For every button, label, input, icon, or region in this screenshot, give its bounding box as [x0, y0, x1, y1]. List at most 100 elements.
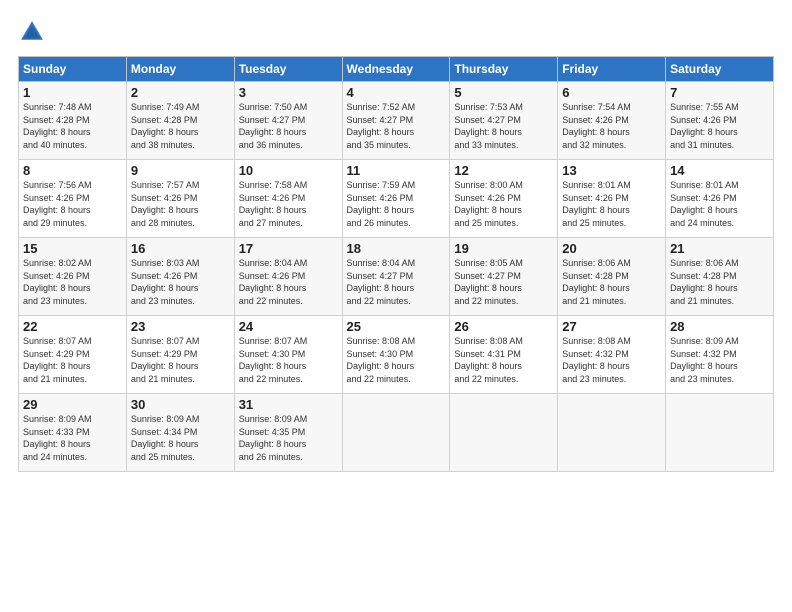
day-cell: 13 Sunrise: 8:01 AM Sunset: 4:26 PM Dayli… [558, 160, 666, 238]
calendar-header-row: SundayMondayTuesdayWednesdayThursdayFrid… [19, 57, 774, 82]
day-cell: 19 Sunrise: 8:05 AM Sunset: 4:27 PM Dayli… [450, 238, 558, 316]
day-number: 18 [347, 241, 446, 256]
day-info: Sunrise: 7:52 AM Sunset: 4:27 PM Dayligh… [347, 102, 416, 150]
day-number: 22 [23, 319, 122, 334]
day-number: 20 [562, 241, 661, 256]
week-row-1: 1Sunrise: 7:48 AM Sunset: 4:28 PM Daylig… [19, 82, 774, 160]
logo [18, 18, 50, 46]
day-info: Sunrise: 7:49 AM Sunset: 4:28 PM Dayligh… [131, 102, 200, 150]
day-info: Sunrise: 8:08 AM Sunset: 4:32 PM Dayligh… [562, 336, 631, 384]
day-number: 2 [131, 85, 230, 100]
day-cell: 24 Sunrise: 8:07 AM Sunset: 4:30 PM Dayli… [234, 316, 342, 394]
day-cell: 1Sunrise: 7:48 AM Sunset: 4:28 PM Daylig… [19, 82, 127, 160]
week-row-3: 15 Sunrise: 8:02 AM Sunset: 4:26 PM Dayli… [19, 238, 774, 316]
day-number: 9 [131, 163, 230, 178]
day-info: Sunrise: 8:01 AM Sunset: 4:26 PM Dayligh… [562, 180, 631, 228]
day-info: Sunrise: 8:09 AM Sunset: 4:32 PM Dayligh… [670, 336, 739, 384]
week-row-5: 29 Sunrise: 8:09 AM Sunset: 4:33 PM Dayli… [19, 394, 774, 472]
day-cell: 29 Sunrise: 8:09 AM Sunset: 4:33 PM Dayli… [19, 394, 127, 472]
day-cell: 9 Sunrise: 7:57 AM Sunset: 4:26 PM Daylig… [126, 160, 234, 238]
day-number: 8 [23, 163, 122, 178]
day-cell: 11 Sunrise: 7:59 AM Sunset: 4:26 PM Dayli… [342, 160, 450, 238]
day-info: Sunrise: 8:07 AM Sunset: 4:29 PM Dayligh… [23, 336, 92, 384]
day-info: Sunrise: 7:57 AM Sunset: 4:26 PM Dayligh… [131, 180, 200, 228]
day-number: 29 [23, 397, 122, 412]
col-header-monday: Monday [126, 57, 234, 82]
day-info: Sunrise: 7:58 AM Sunset: 4:26 PM Dayligh… [239, 180, 308, 228]
day-info: Sunrise: 8:06 AM Sunset: 4:28 PM Dayligh… [670, 258, 739, 306]
day-number: 21 [670, 241, 769, 256]
day-number: 23 [131, 319, 230, 334]
day-cell [450, 394, 558, 472]
day-cell: 7Sunrise: 7:55 AM Sunset: 4:26 PM Daylig… [666, 82, 774, 160]
day-cell: 6Sunrise: 7:54 AM Sunset: 4:26 PM Daylig… [558, 82, 666, 160]
day-info: Sunrise: 7:50 AM Sunset: 4:27 PM Dayligh… [239, 102, 308, 150]
day-number: 13 [562, 163, 661, 178]
col-header-friday: Friday [558, 57, 666, 82]
day-cell: 26 Sunrise: 8:08 AM Sunset: 4:31 PM Dayli… [450, 316, 558, 394]
day-info: Sunrise: 8:04 AM Sunset: 4:26 PM Dayligh… [239, 258, 308, 306]
day-number: 11 [347, 163, 446, 178]
day-cell: 4Sunrise: 7:52 AM Sunset: 4:27 PM Daylig… [342, 82, 450, 160]
day-info: Sunrise: 8:01 AM Sunset: 4:26 PM Dayligh… [670, 180, 739, 228]
day-info: Sunrise: 8:08 AM Sunset: 4:31 PM Dayligh… [454, 336, 523, 384]
day-number: 27 [562, 319, 661, 334]
day-info: Sunrise: 8:02 AM Sunset: 4:26 PM Dayligh… [23, 258, 92, 306]
col-header-thursday: Thursday [450, 57, 558, 82]
day-info: Sunrise: 7:59 AM Sunset: 4:26 PM Dayligh… [347, 180, 416, 228]
day-number: 3 [239, 85, 338, 100]
day-cell: 8 Sunrise: 7:56 AM Sunset: 4:26 PM Daylig… [19, 160, 127, 238]
day-info: Sunrise: 8:06 AM Sunset: 4:28 PM Dayligh… [562, 258, 631, 306]
day-info: Sunrise: 7:56 AM Sunset: 4:26 PM Dayligh… [23, 180, 92, 228]
day-number: 12 [454, 163, 553, 178]
day-cell [666, 394, 774, 472]
day-cell: 12 Sunrise: 8:00 AM Sunset: 4:26 PM Dayli… [450, 160, 558, 238]
day-cell: 23 Sunrise: 8:07 AM Sunset: 4:29 PM Dayli… [126, 316, 234, 394]
day-cell: 16 Sunrise: 8:03 AM Sunset: 4:26 PM Dayli… [126, 238, 234, 316]
week-row-4: 22 Sunrise: 8:07 AM Sunset: 4:29 PM Dayli… [19, 316, 774, 394]
day-info: Sunrise: 8:09 AM Sunset: 4:33 PM Dayligh… [23, 414, 92, 462]
day-info: Sunrise: 7:53 AM Sunset: 4:27 PM Dayligh… [454, 102, 523, 150]
day-info: Sunrise: 8:05 AM Sunset: 4:27 PM Dayligh… [454, 258, 523, 306]
day-cell: 18 Sunrise: 8:04 AM Sunset: 4:27 PM Dayli… [342, 238, 450, 316]
day-number: 24 [239, 319, 338, 334]
col-header-sunday: Sunday [19, 57, 127, 82]
day-info: Sunrise: 8:07 AM Sunset: 4:29 PM Dayligh… [131, 336, 200, 384]
day-cell: 27 Sunrise: 8:08 AM Sunset: 4:32 PM Dayli… [558, 316, 666, 394]
day-number: 17 [239, 241, 338, 256]
day-cell: 2 Sunrise: 7:49 AM Sunset: 4:28 PM Daylig… [126, 82, 234, 160]
day-info: Sunrise: 7:55 AM Sunset: 4:26 PM Dayligh… [670, 102, 739, 150]
day-cell [558, 394, 666, 472]
logo-icon [18, 18, 46, 46]
day-cell: 10 Sunrise: 7:58 AM Sunset: 4:26 PM Dayli… [234, 160, 342, 238]
day-number: 26 [454, 319, 553, 334]
day-info: Sunrise: 8:08 AM Sunset: 4:30 PM Dayligh… [347, 336, 416, 384]
header [18, 18, 774, 46]
day-info: Sunrise: 7:54 AM Sunset: 4:26 PM Dayligh… [562, 102, 631, 150]
day-info: Sunrise: 8:09 AM Sunset: 4:34 PM Dayligh… [131, 414, 200, 462]
page: SundayMondayTuesdayWednesdayThursdayFrid… [0, 0, 792, 612]
day-number: 31 [239, 397, 338, 412]
day-info: Sunrise: 8:00 AM Sunset: 4:26 PM Dayligh… [454, 180, 523, 228]
day-number: 15 [23, 241, 122, 256]
day-cell: 21 Sunrise: 8:06 AM Sunset: 4:28 PM Dayli… [666, 238, 774, 316]
day-info: Sunrise: 8:03 AM Sunset: 4:26 PM Dayligh… [131, 258, 200, 306]
day-number: 16 [131, 241, 230, 256]
day-number: 25 [347, 319, 446, 334]
day-cell: 25 Sunrise: 8:08 AM Sunset: 4:30 PM Dayli… [342, 316, 450, 394]
day-cell: 20 Sunrise: 8:06 AM Sunset: 4:28 PM Dayli… [558, 238, 666, 316]
day-info: Sunrise: 8:09 AM Sunset: 4:35 PM Dayligh… [239, 414, 308, 462]
col-header-wednesday: Wednesday [342, 57, 450, 82]
calendar-table: SundayMondayTuesdayWednesdayThursdayFrid… [18, 56, 774, 472]
day-info: Sunrise: 8:04 AM Sunset: 4:27 PM Dayligh… [347, 258, 416, 306]
day-cell: 5Sunrise: 7:53 AM Sunset: 4:27 PM Daylig… [450, 82, 558, 160]
day-cell: 30Sunrise: 8:09 AM Sunset: 4:34 PM Dayli… [126, 394, 234, 472]
day-cell: 15 Sunrise: 8:02 AM Sunset: 4:26 PM Dayli… [19, 238, 127, 316]
day-number: 10 [239, 163, 338, 178]
day-cell: 28 Sunrise: 8:09 AM Sunset: 4:32 PM Dayli… [666, 316, 774, 394]
day-cell: 31 Sunrise: 8:09 AM Sunset: 4:35 PM Dayli… [234, 394, 342, 472]
day-number: 19 [454, 241, 553, 256]
day-info: Sunrise: 8:07 AM Sunset: 4:30 PM Dayligh… [239, 336, 308, 384]
col-header-saturday: Saturday [666, 57, 774, 82]
day-number: 28 [670, 319, 769, 334]
